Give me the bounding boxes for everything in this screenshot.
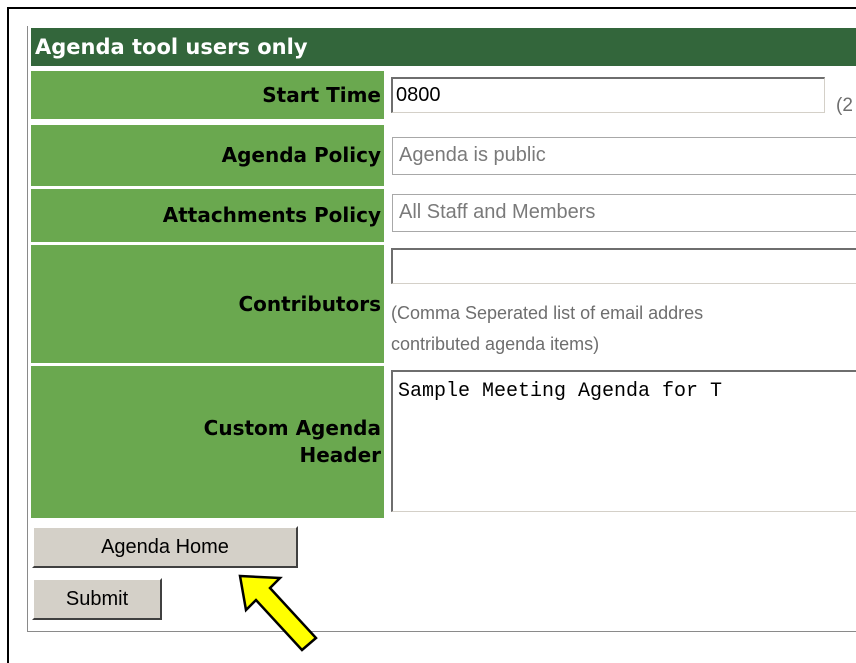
section-header: Agenda tool users only [31, 28, 856, 66]
start-time-format-hint: (2 [836, 95, 853, 116]
agenda-policy-select[interactable]: Agenda is public [392, 137, 856, 175]
agenda-policy-label: Agenda Policy [31, 125, 384, 186]
custom-header-textarea[interactable]: Sample Meeting Agenda for T [391, 370, 856, 512]
contributors-hint-line2: contributed agenda items) [391, 334, 600, 354]
contributors-label: Contributors [31, 245, 384, 363]
agenda-home-button[interactable]: Agenda Home [32, 526, 298, 568]
start-time-label: Start Time [31, 71, 384, 119]
attachments-policy-label: Attachments Policy [31, 189, 384, 242]
yellow-arrow-pointer-icon [238, 574, 318, 652]
attachments-policy-select[interactable]: All Staff and Members [392, 194, 856, 232]
start-time-input[interactable] [391, 77, 825, 113]
contributors-input[interactable] [391, 248, 856, 284]
contributors-hint-line1: (Comma Seperated list of email addres [391, 303, 704, 323]
custom-header-label: Custom Agenda Header [31, 366, 384, 518]
submit-button[interactable]: Submit [32, 578, 162, 620]
